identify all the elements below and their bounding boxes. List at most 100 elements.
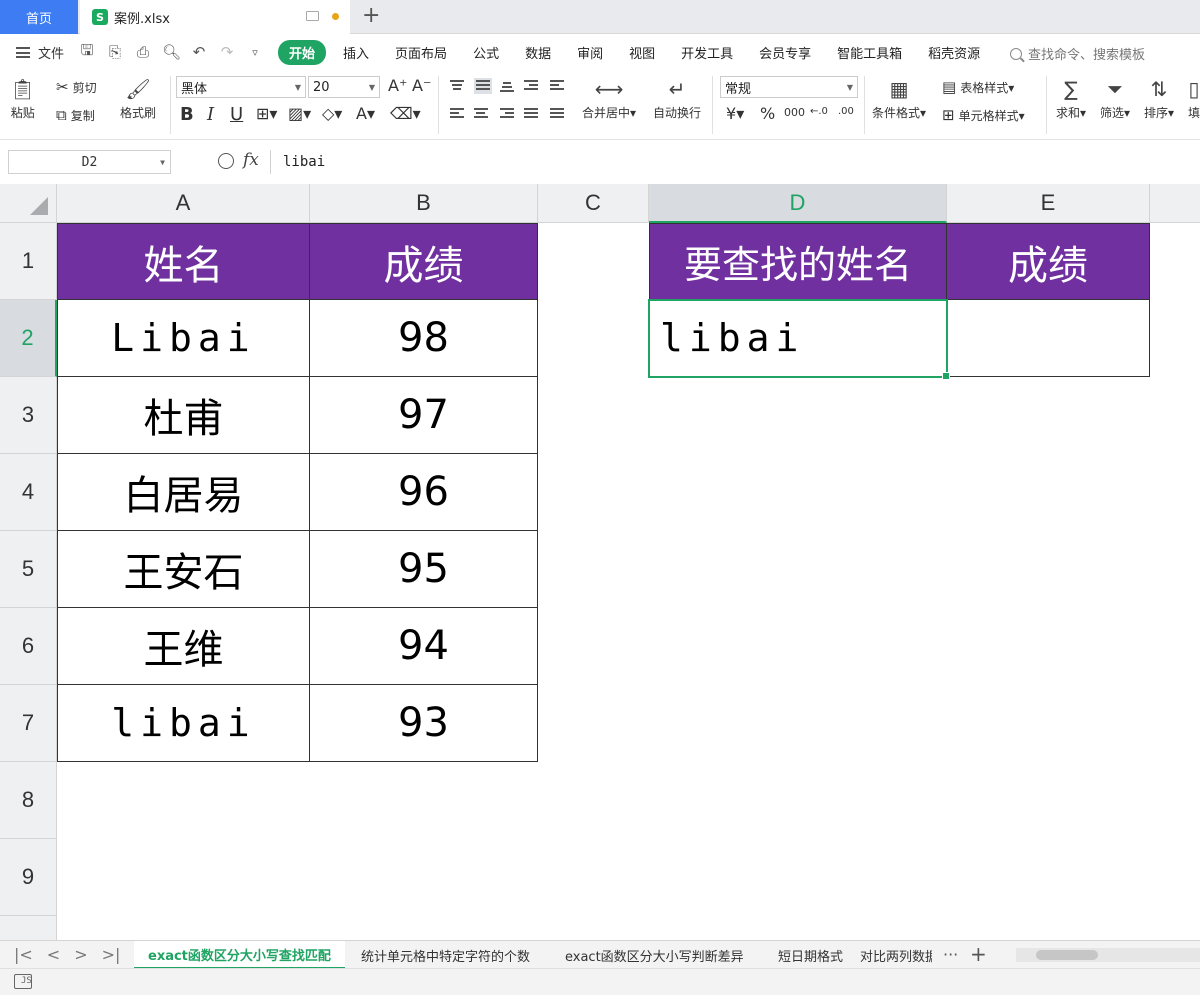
cell-a6[interactable]: 王维 bbox=[57, 608, 310, 685]
column-header-e[interactable]: E bbox=[947, 184, 1150, 223]
row-header-2[interactable]: 2 bbox=[0, 300, 57, 377]
copy-button[interactable]: ⧉ 复制 bbox=[56, 106, 95, 124]
grow-font-button[interactable]: A⁺ bbox=[388, 76, 407, 95]
conditional-format-button[interactable]: ▦ 条件格式▾ bbox=[872, 74, 926, 121]
scrollbar-thumb[interactable] bbox=[1036, 950, 1098, 960]
format-painter-button[interactable]: 🖌︎ 格式刷 bbox=[120, 74, 156, 121]
filter-button[interactable]: ⏷ 筛选▾ bbox=[1100, 74, 1130, 121]
export-pdf-icon[interactable]: ⎘ bbox=[106, 43, 124, 61]
cell-b2[interactable]: 98 bbox=[310, 300, 538, 377]
cell-style-button[interactable]: ⊞ 单元格样式▾ bbox=[942, 106, 1025, 124]
font-color-icon[interactable]: A▾ bbox=[356, 104, 375, 123]
decrease-decimal-button[interactable]: .00 bbox=[838, 106, 854, 117]
justify-icon[interactable] bbox=[524, 108, 538, 120]
currency-button[interactable]: ¥▾ bbox=[726, 104, 744, 123]
redo-icon[interactable]: ↷ bbox=[218, 43, 236, 61]
insert-function-button[interactable]: fx bbox=[243, 150, 259, 170]
align-center-icon[interactable] bbox=[474, 108, 488, 120]
wrap-text-button[interactable]: ↵ 自动换行 bbox=[653, 74, 701, 121]
indent-increase-icon[interactable] bbox=[550, 80, 564, 92]
clear-format-icon[interactable]: ⌫▾ bbox=[390, 104, 421, 123]
tab-developer[interactable]: 开发工具 bbox=[668, 43, 746, 62]
print-icon[interactable]: ⎙ bbox=[134, 43, 152, 61]
column-header-f[interactable] bbox=[1150, 184, 1200, 223]
tab-home[interactable]: 开始 bbox=[278, 39, 327, 65]
tab-docer-resources[interactable]: 稻壳资源 bbox=[915, 43, 993, 62]
column-header-a[interactable]: A bbox=[57, 184, 310, 223]
tab-view[interactable]: 视图 bbox=[616, 43, 668, 62]
formula-input[interactable]: libai bbox=[270, 150, 1200, 174]
row-header-9[interactable]: 9 bbox=[0, 839, 57, 916]
distributed-icon[interactable] bbox=[550, 108, 564, 120]
horizontal-scrollbar[interactable] bbox=[1016, 948, 1200, 962]
new-tab-button[interactable]: + bbox=[362, 3, 380, 28]
cell-a5[interactable]: 王安石 bbox=[57, 531, 310, 608]
name-box[interactable]: D2 ▼ bbox=[8, 150, 171, 174]
cut-button[interactable]: ✂ 剪切 bbox=[56, 78, 97, 96]
sheet-tab[interactable]: 短日期格式 bbox=[778, 941, 843, 969]
increase-decimal-button[interactable]: ←.0 bbox=[810, 106, 828, 117]
home-tab[interactable]: 首页 bbox=[0, 0, 78, 34]
font-size-select[interactable]: 20 ▼ bbox=[308, 76, 380, 98]
indent-decrease-icon[interactable] bbox=[524, 80, 538, 92]
border-icon[interactable]: ⊞▾ bbox=[256, 104, 277, 123]
tab-smart-toolbox[interactable]: 智能工具箱 bbox=[824, 43, 915, 62]
row-header-6[interactable]: 6 bbox=[0, 608, 57, 685]
sum-button[interactable]: ∑ 求和▾ bbox=[1056, 74, 1086, 121]
number-format-select[interactable]: 常规 ▼ bbox=[720, 76, 858, 98]
tab-member[interactable]: 会员专享 bbox=[746, 43, 824, 62]
cell-b6[interactable]: 94 bbox=[310, 608, 538, 685]
tab-formulas[interactable]: 公式 bbox=[460, 43, 512, 62]
prev-sheet-icon[interactable]: < bbox=[47, 945, 60, 964]
cell-e1[interactable]: 成绩 bbox=[947, 223, 1150, 300]
fill-color-icon[interactable]: ◇▾ bbox=[322, 104, 342, 123]
italic-button[interactable]: I bbox=[207, 104, 214, 125]
cell-e2[interactable] bbox=[947, 300, 1150, 377]
cell-a7[interactable]: libai bbox=[57, 685, 310, 762]
font-name-select[interactable]: 黑体 ▼ bbox=[176, 76, 306, 98]
last-sheet-icon[interactable]: >| bbox=[102, 945, 121, 964]
cell-b1[interactable]: 成绩 bbox=[310, 223, 538, 300]
row-header-7[interactable]: 7 bbox=[0, 685, 57, 762]
sheet-tab[interactable]: exact函数区分大小写判断差异 bbox=[565, 941, 744, 969]
file-tab[interactable]: S 案例.xlsx bbox=[80, 0, 350, 34]
cell-a2[interactable]: Libai bbox=[57, 300, 310, 377]
fill-button[interactable]: ▯ 填 bbox=[1188, 74, 1200, 121]
cell-a4[interactable]: 白居易 bbox=[57, 454, 310, 531]
paste-button[interactable]: 📋︎ 粘贴 bbox=[10, 74, 35, 121]
monitor-icon[interactable] bbox=[306, 11, 319, 21]
tab-page-layout[interactable]: 页面布局 bbox=[382, 43, 460, 62]
cell-fill-icon[interactable]: ▨▾ bbox=[288, 104, 311, 123]
tab-insert[interactable]: 插入 bbox=[330, 43, 382, 62]
shrink-font-button[interactable]: A⁻ bbox=[412, 76, 431, 95]
underline-button[interactable]: U bbox=[230, 104, 243, 125]
more-sheets-button[interactable]: ··· bbox=[943, 945, 958, 964]
percent-button[interactable]: % bbox=[760, 104, 775, 123]
customize-toolbar-icon[interactable]: ▿ bbox=[246, 46, 264, 59]
sort-button[interactable]: ⇅ 排序▾ bbox=[1144, 74, 1174, 121]
tab-data[interactable]: 数据 bbox=[512, 43, 564, 62]
add-sheet-button[interactable]: + bbox=[970, 942, 987, 966]
file-menu-button[interactable]: 文件 bbox=[16, 43, 64, 62]
align-top-icon[interactable] bbox=[450, 80, 464, 92]
sheet-tab[interactable]: 统计单元格中特定字符的个数 bbox=[361, 941, 530, 969]
sheet-tab-active[interactable]: exact函数区分大小写查找匹配 bbox=[134, 941, 345, 969]
cell-a3[interactable]: 杜甫 bbox=[57, 377, 310, 454]
bold-button[interactable]: B bbox=[180, 104, 194, 125]
sheet-tab[interactable]: 对比两列数据 bbox=[860, 941, 932, 969]
row-header-5[interactable]: 5 bbox=[0, 531, 57, 608]
first-sheet-icon[interactable]: |< bbox=[14, 945, 33, 964]
row-header-4[interactable]: 4 bbox=[0, 454, 57, 531]
column-header-d[interactable]: D bbox=[649, 184, 947, 223]
print-preview-icon[interactable]: 🔍︎ bbox=[162, 43, 181, 61]
select-all-button[interactable] bbox=[0, 184, 57, 223]
align-right-icon[interactable] bbox=[500, 108, 514, 120]
cell-d2[interactable]: libai bbox=[649, 300, 947, 377]
command-search[interactable]: 查找命令、搜索模板 bbox=[1010, 44, 1145, 63]
cell-b7[interactable]: 93 bbox=[310, 685, 538, 762]
row-header-8[interactable]: 8 bbox=[0, 762, 57, 839]
save-icon[interactable]: 🖫 bbox=[78, 40, 96, 65]
column-header-b[interactable]: B bbox=[310, 184, 538, 223]
cell-d1[interactable]: 要查找的姓名 bbox=[649, 223, 947, 300]
macro-record-icon[interactable]: JS bbox=[14, 974, 32, 989]
